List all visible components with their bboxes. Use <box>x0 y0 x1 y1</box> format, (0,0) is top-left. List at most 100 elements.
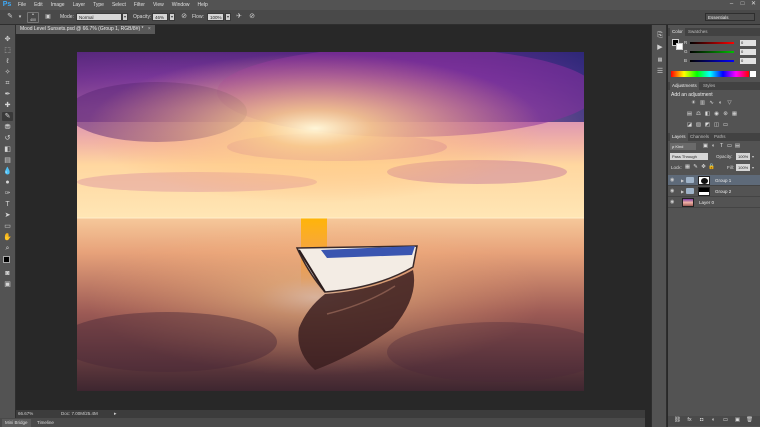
color-bg-swatch[interactable] <box>676 43 683 50</box>
lock-all-icon[interactable]: 🔒 <box>708 164 715 171</box>
opacity-input[interactable]: 46% <box>152 13 168 21</box>
tab-paths[interactable]: Paths <box>712 133 728 141</box>
brush-panel-toggle-icon[interactable]: ▣ <box>44 13 52 21</box>
lasso-tool-icon[interactable]: ℓ <box>2 57 13 66</box>
layer-row-layer-0[interactable]: ◉ Layer 0 <box>668 197 760 208</box>
red-value[interactable]: 0 <box>740 40 756 46</box>
layer-mask-thumbnail[interactable] <box>698 176 710 185</box>
selective-color-icon[interactable]: ◫ <box>713 122 720 129</box>
actions-panel-icon[interactable]: ▶ <box>655 43 665 53</box>
quick-select-tool-icon[interactable]: ✧ <box>2 68 13 77</box>
menu-file[interactable]: File <box>14 0 30 10</box>
pen-tool-icon[interactable]: ✑ <box>2 189 13 198</box>
tab-timeline[interactable]: Timeline <box>34 419 57 427</box>
maximize-button[interactable]: □ <box>739 1 746 8</box>
expand-caret-icon[interactable]: ▶ <box>681 188 684 195</box>
mode-dropdown-icon[interactable]: ▾ <box>122 13 128 21</box>
layer-mask-thumbnail[interactable] <box>698 187 710 196</box>
workspace-select[interactable]: Essentials <box>705 13 755 21</box>
path-selection-tool-icon[interactable]: ➤ <box>2 211 13 220</box>
green-slider[interactable]: G 0 <box>684 49 758 55</box>
tab-channels[interactable]: Channels <box>688 133 711 141</box>
close-window-button[interactable]: ✕ <box>750 1 757 8</box>
flow-dropdown-icon[interactable]: ▾ <box>225 13 231 21</box>
minimize-button[interactable]: – <box>728 1 735 8</box>
filter-smart-icon[interactable]: ▤ <box>734 143 741 150</box>
channel-mixer-icon[interactable]: ⊛ <box>722 111 729 118</box>
black-white-icon[interactable]: ◧ <box>704 111 711 118</box>
mode-select[interactable]: Normal <box>76 13 122 21</box>
hand-tool-icon[interactable]: ✋ <box>2 233 13 242</box>
crop-tool-icon[interactable]: ⌗ <box>2 79 13 88</box>
new-adjustment-icon[interactable]: ◐ <box>710 417 717 424</box>
menu-view[interactable]: View <box>149 0 168 10</box>
layer-name[interactable]: Layer 0 <box>699 197 714 208</box>
visibility-eye-icon[interactable]: ◉ <box>670 188 676 195</box>
tab-adjustments[interactable]: Adjustments <box>670 82 699 90</box>
green-track[interactable] <box>690 51 734 53</box>
lock-image-icon[interactable]: ✎ <box>692 164 699 171</box>
posterize-icon[interactable]: ▨ <box>695 122 702 129</box>
pressure-size-icon[interactable]: ⊘ <box>248 13 256 21</box>
invert-icon[interactable]: ◪ <box>686 122 693 129</box>
quick-mask-icon[interactable]: ◙ <box>2 269 13 278</box>
lock-transparent-icon[interactable]: ▦ <box>684 164 691 171</box>
status-arrow-icon[interactable]: ▸ <box>114 410 117 418</box>
link-layers-icon[interactable]: ⛓ <box>674 417 681 424</box>
new-group-icon[interactable]: ▭ <box>722 417 729 424</box>
zoom-tool-icon[interactable]: ⌕ <box>2 244 13 253</box>
layer-opacity-input[interactable]: 100% <box>736 153 750 160</box>
menu-filter[interactable]: Filter <box>130 0 149 10</box>
move-tool-icon[interactable]: ✥ <box>2 35 13 44</box>
clone-stamp-tool-icon[interactable]: ⛃ <box>2 123 13 132</box>
layer-filter-kind[interactable]: ρ Kind <box>670 143 696 150</box>
expand-caret-icon[interactable]: ▶ <box>681 177 684 184</box>
brush-tool-preset-icon[interactable]: ✎ <box>6 13 14 21</box>
menu-select[interactable]: Select <box>108 0 130 10</box>
tab-color[interactable]: Color <box>670 28 685 36</box>
zoom-level[interactable]: 66.67% <box>18 410 33 418</box>
document-canvas[interactable] <box>77 52 584 391</box>
pressure-opacity-icon[interactable]: ⊘ <box>180 13 188 21</box>
gradient-tool-icon[interactable]: ▤ <box>2 156 13 165</box>
menu-window[interactable]: Window <box>168 0 194 10</box>
visibility-eye-icon[interactable]: ◉ <box>670 199 676 206</box>
new-layer-icon[interactable]: ▣ <box>734 417 741 424</box>
filter-pixel-icon[interactable]: ▣ <box>702 143 709 150</box>
delete-layer-icon[interactable]: 🗑 <box>746 417 753 424</box>
fill-arrow-icon[interactable]: ▾ <box>752 165 754 170</box>
menu-type[interactable]: Type <box>89 0 108 10</box>
eraser-tool-icon[interactable]: ◧ <box>2 145 13 154</box>
brightness-contrast-icon[interactable]: ☀ <box>690 100 697 107</box>
eyedropper-tool-icon[interactable]: ✒ <box>2 90 13 99</box>
visibility-eye-icon[interactable]: ◉ <box>670 177 676 184</box>
history-panel-icon[interactable]: ⎘ <box>655 31 665 41</box>
type-tool-icon[interactable]: T <box>2 200 13 209</box>
properties-panel-icon[interactable]: ☰ <box>655 67 665 77</box>
red-track[interactable] <box>690 42 734 44</box>
menu-image[interactable]: Image <box>47 0 69 10</box>
airbrush-icon[interactable]: ✈ <box>235 13 243 21</box>
color-ramp[interactable] <box>671 71 749 77</box>
flow-input[interactable]: 100% <box>207 13 224 21</box>
layer-row-group-2[interactable]: ◉ ▶ Group 2 <box>668 186 760 197</box>
tab-styles[interactable]: Styles <box>701 82 717 90</box>
blur-tool-icon[interactable]: 💧 <box>2 167 13 176</box>
red-slider[interactable]: R 0 <box>684 40 758 46</box>
fill-input[interactable]: 100% <box>736 164 750 171</box>
marquee-tool-icon[interactable]: ⬚ <box>2 46 13 55</box>
opacity-dropdown-icon[interactable]: ▾ <box>169 13 175 21</box>
brush-size-picker[interactable]: • 400 <box>27 12 39 23</box>
green-value[interactable]: 0 <box>740 49 756 55</box>
threshold-icon[interactable]: ◩ <box>704 122 711 129</box>
blue-track[interactable] <box>690 60 734 62</box>
add-mask-icon[interactable]: ◘ <box>698 417 705 424</box>
levels-icon[interactable]: ▥ <box>699 100 706 107</box>
layer-row-group-1[interactable]: ◉ ▶ Group 1 <box>668 175 760 186</box>
tab-layers[interactable]: Layers <box>670 133 688 141</box>
blue-slider[interactable]: B 0 <box>684 58 758 64</box>
blue-value[interactable]: 0 <box>740 58 756 64</box>
filter-type-icon[interactable]: T <box>718 143 725 150</box>
preset-dropdown-icon[interactable]: ▾ <box>16 13 24 21</box>
screen-mode-icon[interactable]: ▣ <box>2 280 13 289</box>
